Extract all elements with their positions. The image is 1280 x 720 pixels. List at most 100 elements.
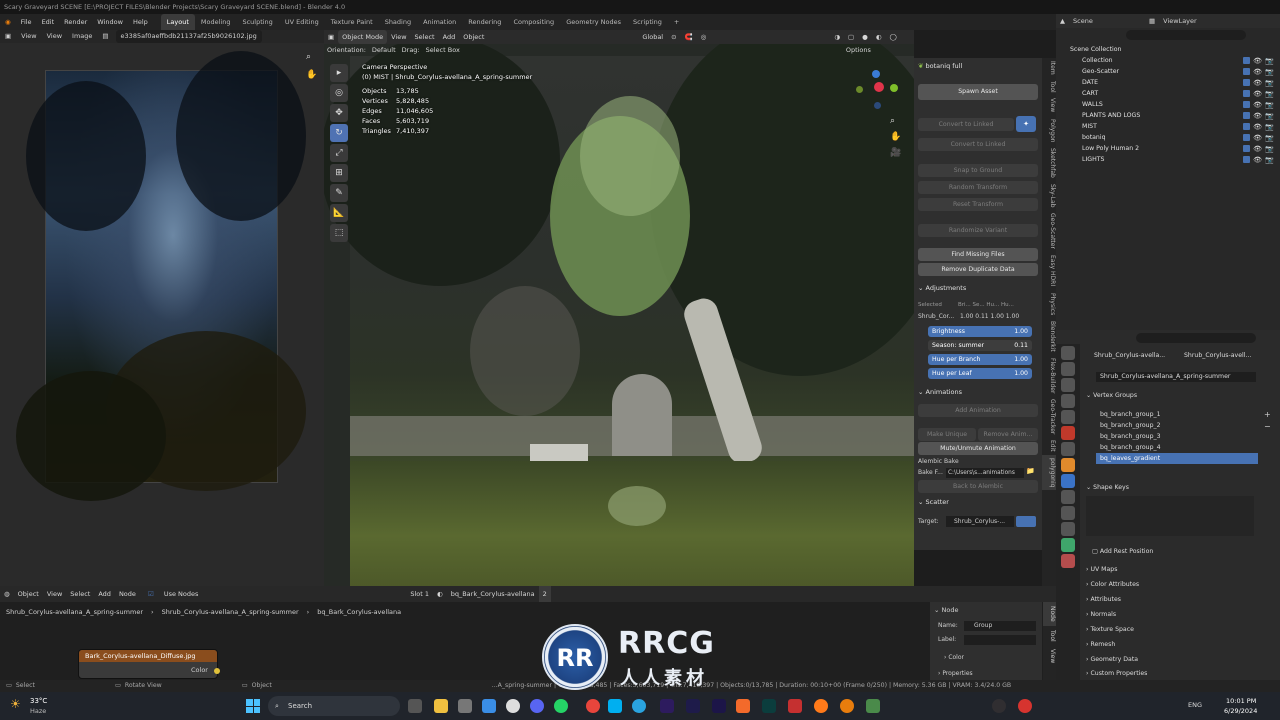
gizmo-x-axis-icon[interactable]	[872, 70, 880, 78]
vertex-group-item[interactable]: bq_branch_group_4	[1096, 442, 1258, 453]
vertex-group-item[interactable]: bq_branch_group_1	[1096, 409, 1258, 420]
hue-per-leaf-slider[interactable]: Hue per Leaf 1.00	[928, 368, 1032, 379]
clock-time[interactable]: 10:01 PM	[1226, 697, 1256, 705]
remesh-section[interactable]: › Remesh	[1086, 641, 1115, 648]
tab-tool[interactable]: Tool	[1042, 78, 1056, 96]
annotate-tool-icon[interactable]: ✎	[330, 184, 348, 202]
proportional-edit-icon[interactable]: ◎	[697, 30, 711, 44]
pdf-icon[interactable]	[788, 699, 802, 713]
image-name-field[interactable]: e3385af0aeffbdb21137af25b9026102.jpg	[115, 30, 262, 43]
tab-node-tool[interactable]: Tool	[1043, 626, 1056, 646]
convert-to-linked-button[interactable]: Convert to Linked	[918, 118, 1014, 131]
shader-type-dropdown[interactable]: Object	[14, 586, 43, 602]
tab-layout[interactable]: Layout	[160, 14, 195, 30]
add-menu[interactable]: Add	[439, 30, 460, 44]
shape-keys-header[interactable]: ⌄ Shape Keys	[1086, 484, 1129, 491]
task-view-icon[interactable]	[408, 699, 422, 713]
shader-node-editor[interactable]: ◍ Object View Select Add Node ☑ Use Node…	[0, 586, 1056, 680]
github-icon[interactable]	[506, 699, 520, 713]
outliner-row[interactable]: Collection 👁 📷	[1056, 55, 1280, 66]
menu-help[interactable]: Help	[128, 14, 153, 30]
tab-flex-builder[interactable]: Flex-Builder	[1042, 355, 1056, 396]
outliner-row[interactable]: WALLS 👁 📷	[1056, 99, 1280, 110]
tab-polygoniq[interactable]: polygoniq	[1042, 454, 1056, 491]
hue-per-branch-slider[interactable]: Hue per Branch 1.00	[928, 354, 1032, 365]
3d-viewport[interactable]: ▣ Object Mode View Select Add Object Glo…	[324, 30, 914, 586]
chrome-icon[interactable]	[586, 699, 600, 713]
camera-view-icon[interactable]: 🎥	[890, 148, 901, 158]
scatter-header[interactable]: ⌄ Scatter	[918, 498, 949, 506]
make-unique-button[interactable]: Make Unique	[918, 428, 976, 441]
move-tool-icon[interactable]: ✥	[330, 104, 348, 122]
back-to-alembic-button[interactable]: Back to Alembic	[918, 480, 1038, 493]
taskbar-search[interactable]: ⌕ Search	[268, 696, 400, 716]
tab-sculpting[interactable]: Sculpting	[236, 14, 278, 30]
tab-geo-scatter[interactable]: Geo-Scatter	[1042, 210, 1056, 252]
node-view-menu[interactable]: View	[43, 586, 66, 602]
tab-node-view[interactable]: View	[1043, 645, 1056, 667]
blender-taskbar-icon[interactable]	[840, 699, 854, 713]
language-indicator[interactable]: ENG	[1188, 701, 1202, 709]
modifier-properties-icon[interactable]	[1061, 474, 1075, 488]
properties-search[interactable]	[1136, 333, 1256, 343]
outliner-row[interactable]: MIST 👁 📷	[1056, 121, 1280, 132]
menu-render[interactable]: Render	[59, 14, 92, 30]
adjustments-header[interactable]: ⌄ Adjustments	[918, 284, 966, 292]
transform-tool-icon[interactable]: ⊞	[330, 164, 348, 182]
skype-icon[interactable]	[608, 699, 622, 713]
image-browse-icon[interactable]: ▤	[97, 30, 113, 43]
shading-rendered-icon[interactable]: ◯	[886, 30, 901, 44]
after-effects-icon[interactable]	[660, 699, 674, 713]
tab-rendering[interactable]: Rendering	[462, 14, 507, 30]
object-properties-icon[interactable]	[1061, 458, 1075, 472]
orientation-dropdown[interactable]: Default	[369, 44, 399, 56]
animations-header[interactable]: ⌄ Animations	[918, 388, 962, 396]
color-output-socket[interactable]	[214, 668, 220, 674]
scale-tool-icon[interactable]: ⤢	[330, 144, 348, 162]
brightness-slider[interactable]: Brightness 1.00	[928, 326, 1032, 337]
node-color-section[interactable]: › Color	[944, 654, 964, 661]
tab-easy-hdri[interactable]: Easy HDRI	[1042, 252, 1056, 289]
editor-type-icon[interactable]: ▣	[0, 30, 16, 43]
tab-blenderkit[interactable]: Blenderkit	[1042, 318, 1056, 355]
remove-animation-button[interactable]: Remove Anim...	[978, 428, 1038, 441]
texture-space-section[interactable]: › Texture Space	[1086, 626, 1134, 633]
node-select-menu[interactable]: Select	[66, 586, 94, 602]
mesh-name-field[interactable]: Shrub_Corylus-avellana_A_spring-summer	[1096, 372, 1256, 382]
tab-animation[interactable]: Animation	[417, 14, 462, 30]
clock-date[interactable]: 6/29/2024	[1224, 707, 1257, 715]
tab-geo-tracker[interactable]: Geo-Tracker	[1042, 396, 1056, 437]
weather-temp[interactable]: 33°C	[30, 697, 47, 705]
tool-properties-icon[interactable]	[1061, 346, 1075, 360]
shading-solid-icon[interactable]: ●	[858, 30, 872, 44]
scene-selector[interactable]: Scene	[1069, 14, 1145, 28]
obs-icon[interactable]	[992, 699, 1006, 713]
tab-shading[interactable]: Shading	[379, 14, 417, 30]
telegram-icon[interactable]	[632, 699, 646, 713]
tab-scripting[interactable]: Scripting	[627, 14, 668, 30]
normals-section[interactable]: › Normals	[1086, 611, 1116, 618]
add-cube-tool-icon[interactable]: ⬚	[330, 224, 348, 242]
tab-compositing[interactable]: Compositing	[507, 14, 560, 30]
pan-hand-icon[interactable]: ✋	[306, 70, 317, 80]
tab-view[interactable]: View	[1042, 95, 1056, 115]
outliner-search[interactable]	[1126, 30, 1246, 40]
xray-icon[interactable]: ▢	[844, 30, 858, 44]
image-menu[interactable]: Image	[67, 30, 97, 43]
pan-view-icon[interactable]: ✋	[890, 132, 901, 142]
navigation-gizmo[interactable]	[854, 68, 902, 116]
tab-node[interactable]: Node	[1043, 602, 1056, 626]
overlays-icon[interactable]: ◑	[830, 30, 844, 44]
pin-icon[interactable]: ✦	[1016, 116, 1036, 132]
image-view-menu-2[interactable]: View	[42, 30, 67, 43]
object-mode-dropdown[interactable]: Object Mode	[338, 30, 388, 44]
target-field[interactable]: Shrub_Corylus-...	[946, 516, 1014, 527]
image-view-menu[interactable]: View	[16, 30, 41, 43]
node-panel-header[interactable]: ⌄ Node	[934, 606, 958, 614]
node-name-field[interactable]: Group	[964, 621, 1036, 631]
spawn-asset-button[interactable]: Spawn Asset	[918, 84, 1038, 100]
add-vertex-group-icon[interactable]: +	[1264, 410, 1271, 419]
cursor-tool-icon[interactable]: ◎	[330, 84, 348, 102]
target-toggle-icon[interactable]	[1016, 516, 1036, 527]
particles-properties-icon[interactable]	[1061, 490, 1075, 504]
